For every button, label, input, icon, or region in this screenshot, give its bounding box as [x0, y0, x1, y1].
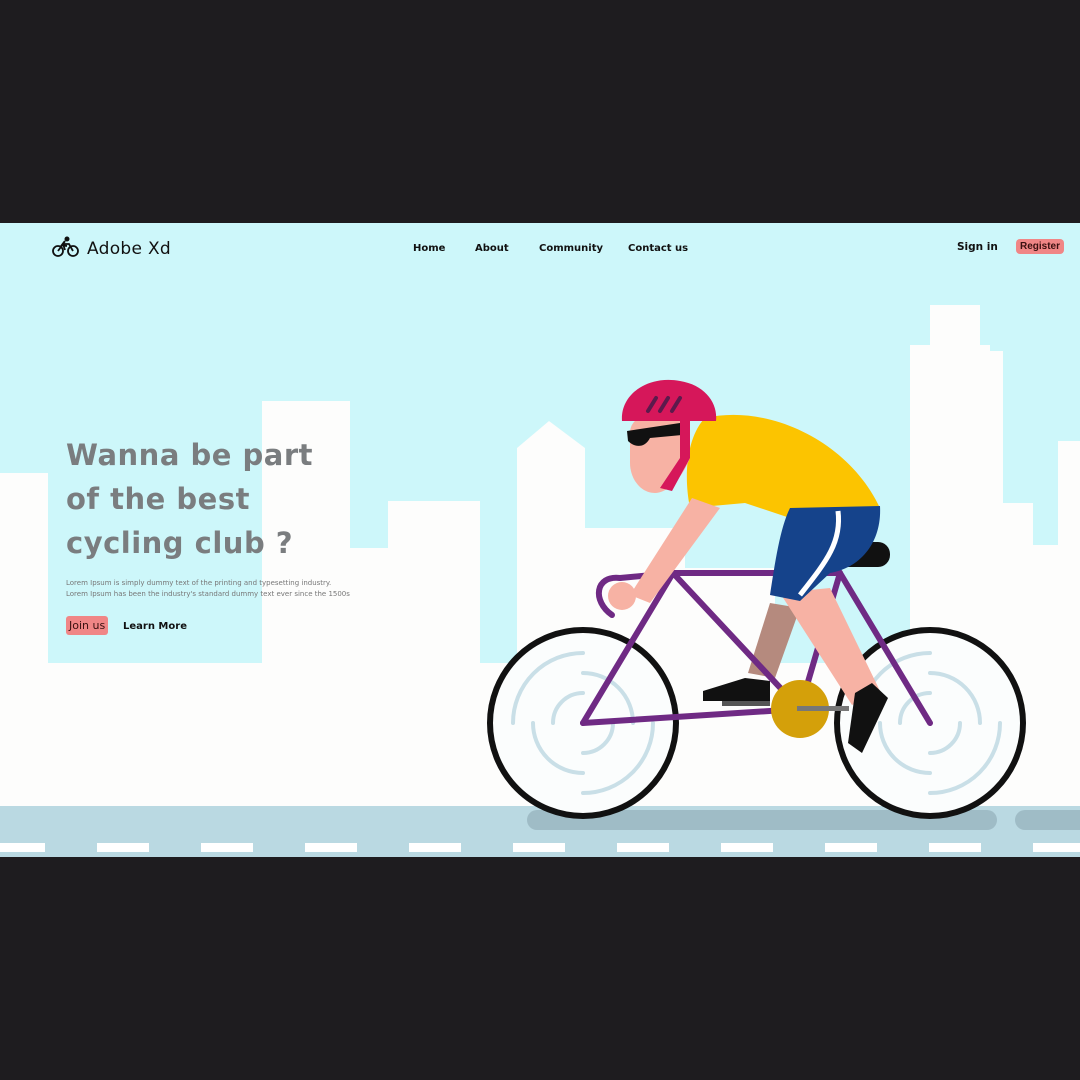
bicycle-rider-icon	[52, 236, 79, 262]
register-button[interactable]: Register	[1016, 239, 1065, 254]
hero-description: Lorem Ipsum is simply dummy text of the …	[66, 578, 350, 600]
jersey	[686, 414, 880, 518]
description-line: Lorem Ipsum is simply dummy text of the …	[66, 579, 332, 587]
hero-section: Wanna be part of the best cycling club ?	[66, 433, 313, 565]
learn-more-link[interactable]: Learn More	[123, 621, 187, 632]
brand-name: Adobe Xd	[87, 239, 172, 259]
headline-line: cycling club ?	[66, 526, 294, 560]
headline-line: of the best	[66, 482, 250, 516]
nav-link-contact[interactable]: Contact us	[628, 243, 688, 254]
hero-headline: Wanna be part of the best cycling club ?	[66, 433, 313, 565]
nav-link-home[interactable]: Home	[413, 243, 445, 254]
nav-link-about[interactable]: About	[475, 243, 509, 254]
headline-line: Wanna be part	[66, 438, 313, 472]
description-line: Lorem Ipsum has been the industry's stan…	[66, 590, 350, 598]
brand[interactable]: Adobe Xd	[52, 236, 171, 262]
top-navigation: Adobe Xd Home About Community Contact us…	[0, 223, 1080, 283]
page-frame: Adobe Xd Home About Community Contact us…	[0, 223, 1080, 857]
join-us-button[interactable]: Join us	[66, 616, 109, 635]
sign-in-link[interactable]: Sign in	[957, 241, 998, 253]
nav-link-community[interactable]: Community	[539, 243, 603, 254]
shorts	[770, 506, 881, 601]
